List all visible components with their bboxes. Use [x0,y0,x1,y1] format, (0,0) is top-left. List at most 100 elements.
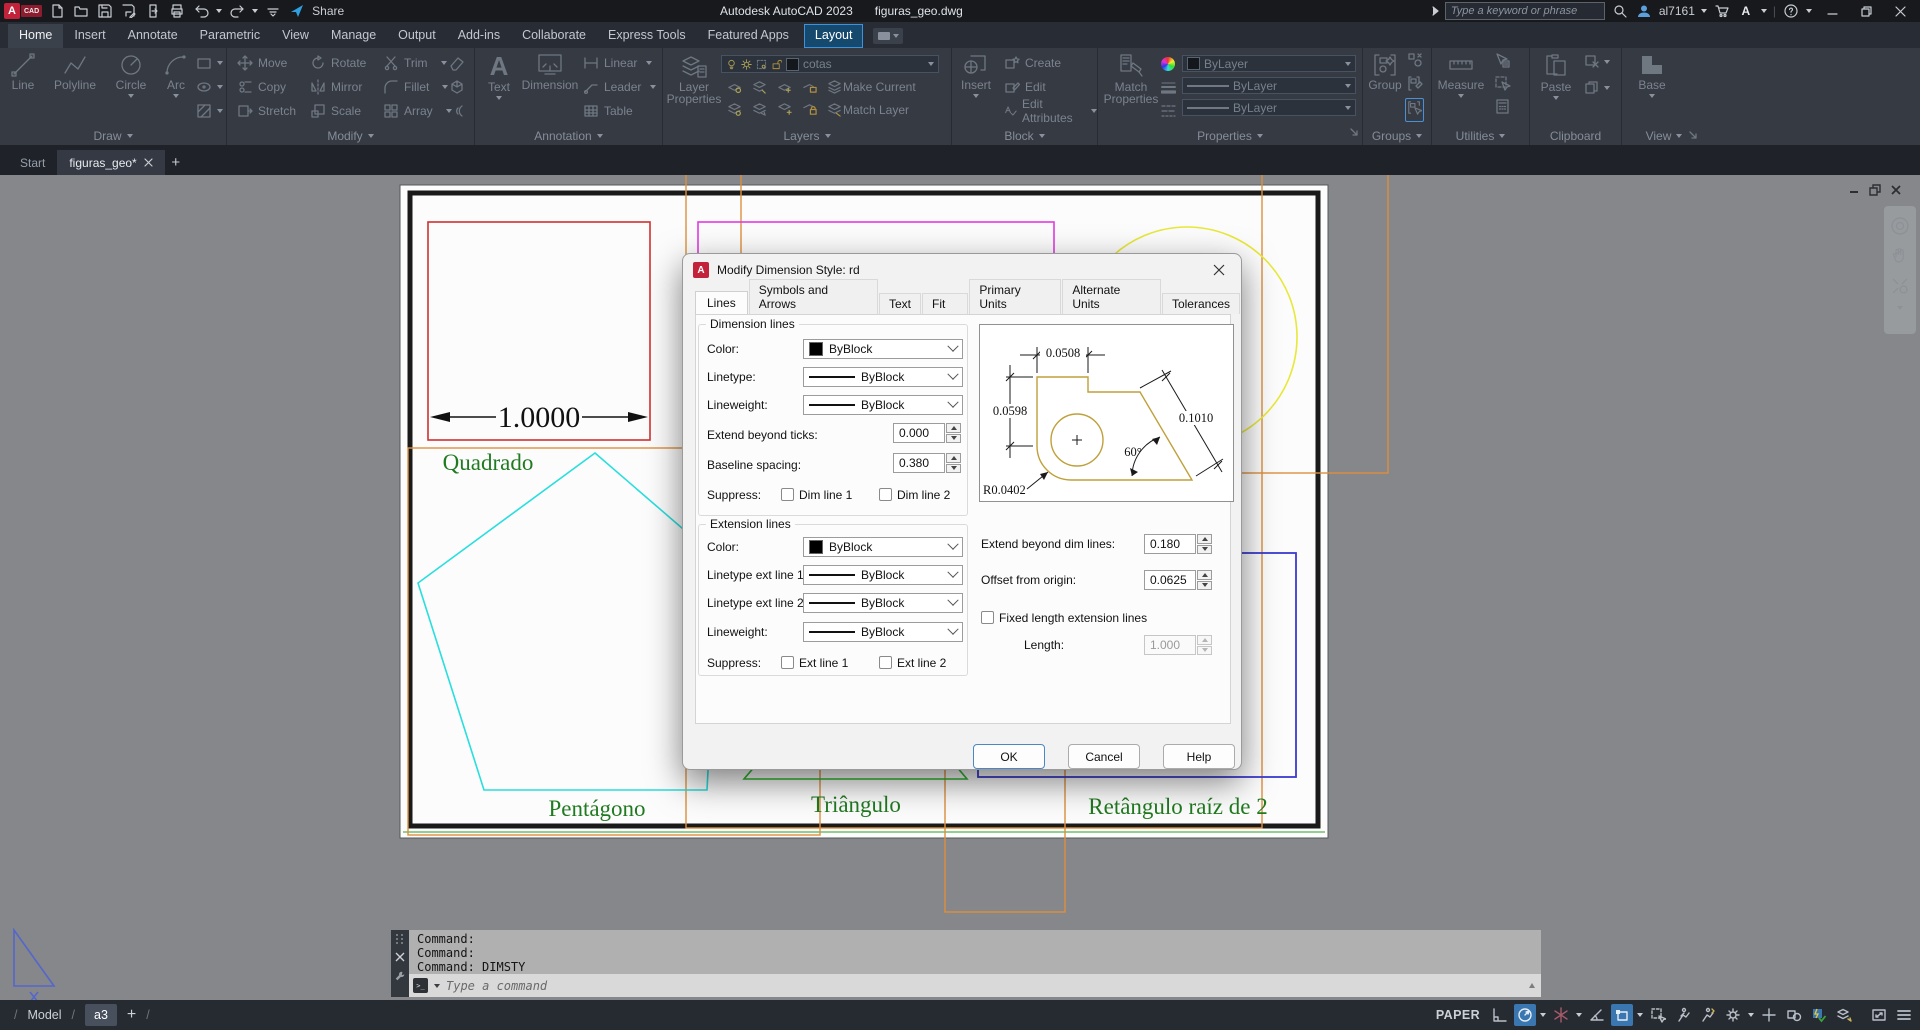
dialog-tab-tolerances[interactable]: Tolerances [1161,293,1240,314]
close-tab-icon[interactable] [144,158,153,167]
layer-lock-icon[interactable] [802,79,817,94]
undo-icon[interactable] [192,2,210,20]
select-all-icon[interactable] [1494,75,1511,97]
spin-down-icon[interactable] [1197,580,1212,590]
layer-select-combo[interactable]: cotas [721,55,939,73]
spin-up-icon[interactable] [1197,534,1212,544]
base-view-button[interactable]: Base [1630,53,1674,98]
autocad-app-icon[interactable]: A CAD [4,3,43,19]
dim-color-combo[interactable]: ByBlock [803,339,963,359]
dimension-button[interactable]: Dimension [519,53,581,92]
match-layer-button[interactable]: Match Layer [843,101,909,118]
tab-annotate[interactable]: Annotate [117,24,189,48]
dialog-tab-alternate-units[interactable]: Alternate Units [1062,279,1161,314]
spin-up-icon[interactable] [946,423,961,433]
spin-down-icon[interactable] [946,433,961,443]
rectangle-tool-icon[interactable] [196,54,223,71]
print-icon[interactable] [168,2,186,20]
user-avatar-icon[interactable] [1635,2,1653,20]
tab-express-tools[interactable]: Express Tools [597,24,697,48]
group-selection-toggle-icon[interactable] [1405,98,1424,122]
tab-output[interactable]: Output [387,24,447,48]
make-current-button[interactable]: Make Current [843,78,916,95]
paper-space-indicator[interactable]: PAPER [1436,1008,1480,1022]
tab-featured-apps[interactable]: Featured Apps [697,24,800,48]
panel-label-properties[interactable]: Properties [1098,127,1362,144]
vp-minimize-icon[interactable] [1848,184,1860,196]
measure-button[interactable]: Measure [1436,53,1486,98]
extend-ticks-spinner[interactable]: 0.000 [893,423,961,443]
customization-menu-icon[interactable] [1893,1004,1915,1026]
layout-tab-a3[interactable]: a3 [85,1004,117,1026]
lineweight-combo[interactable]: ByLayer [1182,77,1356,94]
offset-from-origin-spinner[interactable]: 0.0625 [1144,570,1212,590]
color-wheel-icon[interactable] [1161,57,1175,71]
ungroup-icon[interactable] [1407,52,1424,74]
ext-lineweight-combo[interactable]: ByBlock [803,622,963,642]
tab-manage[interactable]: Manage [320,24,387,48]
autoscale-annotation-icon[interactable] [1697,1004,1719,1026]
minimize-button[interactable] [1818,0,1846,22]
drag-grip-icon[interactable] [396,934,404,944]
export-icon[interactable] [144,2,162,20]
object-snap-icon[interactable] [1611,1004,1633,1026]
graphics-performance-icon[interactable] [1808,1004,1830,1026]
help-button[interactable]: Help [1163,744,1235,769]
user-dropdown-icon[interactable] [1700,9,1707,13]
vp-close-icon[interactable] [1890,184,1902,196]
quick-calculator-icon[interactable] [1494,98,1511,120]
ellipse-tool-icon[interactable] [196,78,223,95]
command-input-row[interactable]: >_ Type a command [409,974,1541,997]
circle-button[interactable]: Circle [106,53,156,98]
extend-dim-lines-spinner[interactable]: 0.180 [1144,534,1212,554]
panel-label-block[interactable]: Block [952,127,1097,144]
isometric-dropdown-icon[interactable] [1575,1013,1583,1017]
fillet-button[interactable]: Fillet [383,78,449,95]
dialog-close-icon[interactable] [1211,262,1227,278]
restore-button[interactable] [1852,0,1880,22]
grid-display-icon[interactable] [1489,1004,1511,1026]
tab-parametric[interactable]: Parametric [189,24,271,48]
insert-block-button[interactable]: Insert [954,53,998,98]
quick-select-icon[interactable] [1494,52,1511,74]
collapse-history-icon[interactable] [1529,983,1535,989]
ok-button[interactable]: OK [973,744,1045,769]
search-icon[interactable] [1611,2,1629,20]
cut-icon[interactable] [1584,54,1610,74]
linear-dimension-button[interactable]: Linear [583,54,653,71]
suppress-dim-line-2-checkbox[interactable] [879,488,892,501]
spin-down-icon[interactable] [946,463,961,473]
trim-button[interactable]: Trim [383,54,447,71]
edit-attributes-button[interactable]: Edit Attributes [1004,97,1097,125]
table-button[interactable]: Table [583,102,633,119]
mirror-button[interactable]: Mirror [310,78,362,95]
scale-button[interactable]: Scale [310,102,361,119]
pan-hand-icon[interactable] [1890,246,1910,266]
explode-icon[interactable] [449,78,465,95]
close-palette-icon[interactable] [395,952,405,962]
crosshair-icon[interactable] [1758,1004,1780,1026]
panel-label-annotation[interactable]: Annotation [475,127,662,144]
text-button[interactable]: A Text [481,53,517,100]
ext-linetype1-combo[interactable]: ByBlock [803,565,963,585]
layer-off-icon[interactable] [727,79,742,94]
redo-dropdown-icon[interactable] [252,9,259,13]
open-folder-icon[interactable] [72,2,90,20]
redo-icon[interactable] [228,2,246,20]
autodesk-logo[interactable]: A [1737,2,1755,20]
command-dropdown-icon[interactable] [434,983,440,988]
zoom-extents-icon[interactable] [1890,276,1910,296]
dialog-tab-text[interactable]: Text [879,293,922,314]
hatch-tool-icon[interactable] [196,102,223,119]
spin-down-icon[interactable] [1197,544,1212,554]
ext-linetype2-combo[interactable]: ByBlock [803,593,963,613]
arc-button[interactable]: Arc [158,53,194,98]
new-layout-button[interactable]: + [127,1006,136,1024]
panel-label-groups[interactable]: Groups [1363,127,1431,144]
array-button[interactable]: Array [383,102,452,119]
panel-label-view[interactable]: View [1622,127,1722,144]
collapse-search-icon[interactable] [1431,6,1439,16]
layer-unisolate-icon[interactable] [727,102,742,117]
linetype-combo[interactable]: ByLayer [1182,99,1356,116]
autodesk-dropdown-icon[interactable] [1760,9,1767,13]
